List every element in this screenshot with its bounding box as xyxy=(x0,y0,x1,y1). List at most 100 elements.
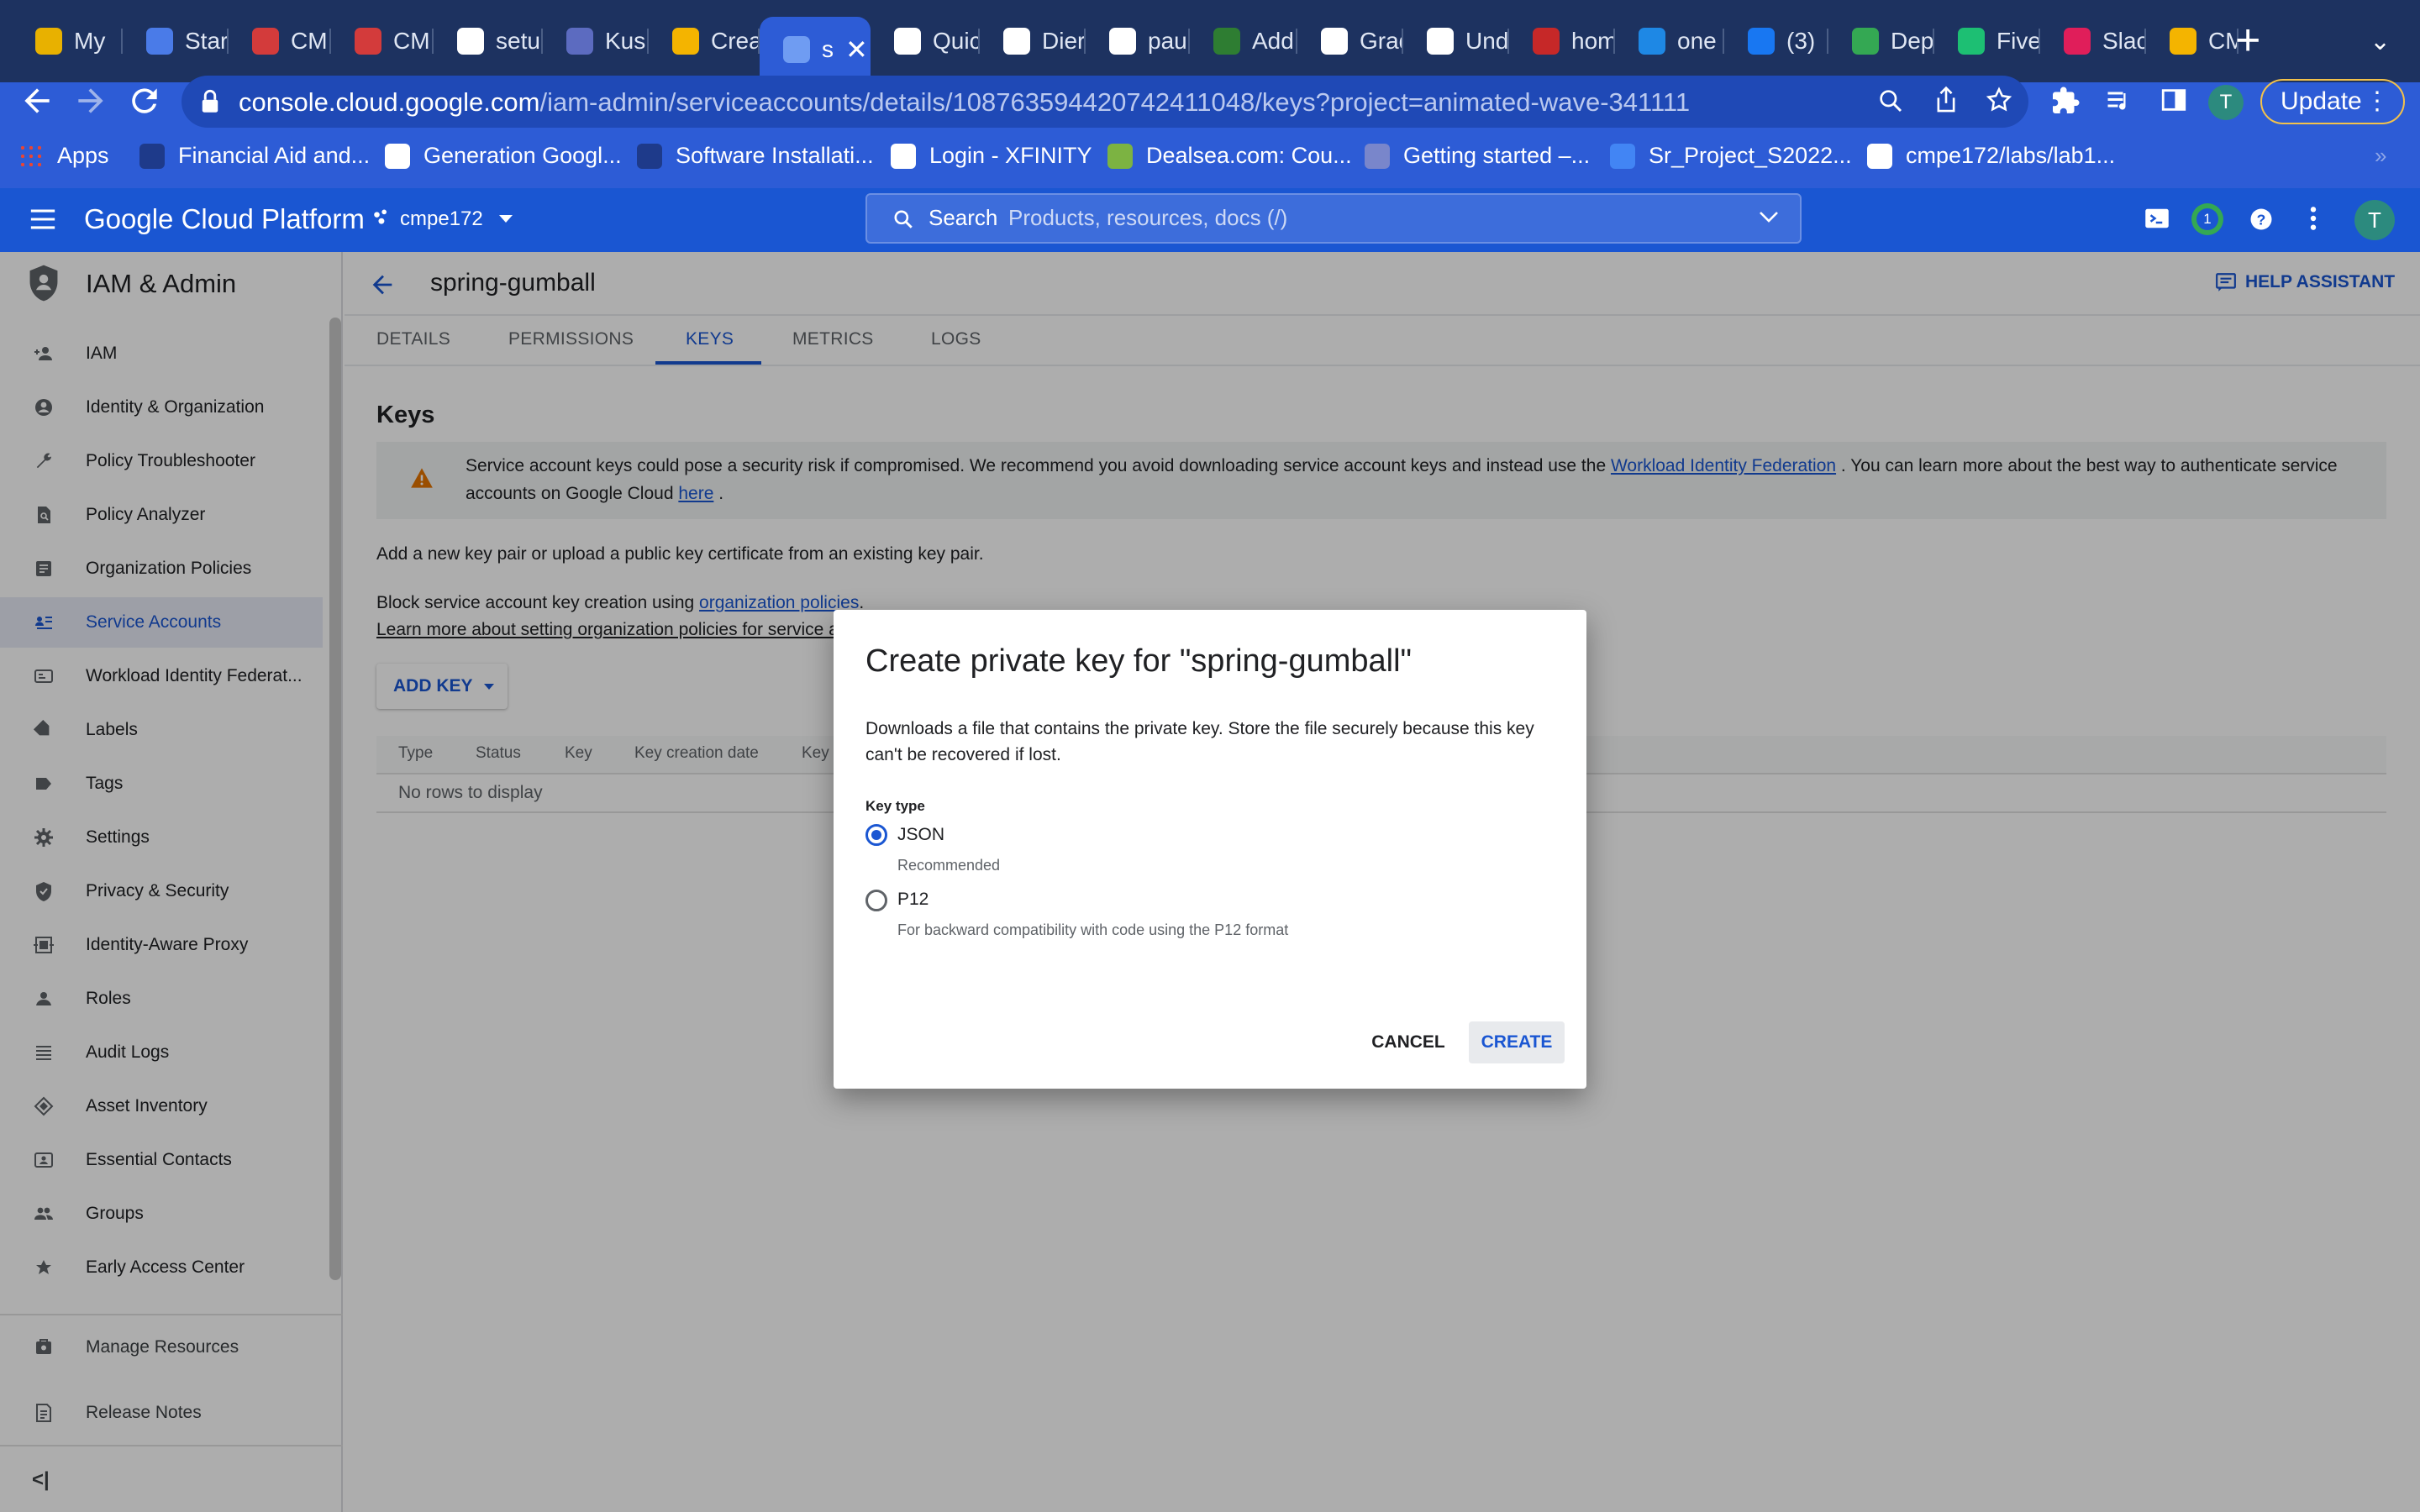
project-dots-icon xyxy=(374,209,387,224)
tab-favicon-icon xyxy=(1213,28,1240,55)
tab-favicon-icon xyxy=(252,28,279,55)
create-button[interactable]: CREATE xyxy=(1469,1021,1565,1063)
tab-search-chevron-icon[interactable]: ⌄ xyxy=(2370,27,2391,56)
reload-icon[interactable] xyxy=(126,82,163,119)
bookmark-label: Sr_Project_S2022... xyxy=(1649,143,1852,168)
hamburger-menu-icon[interactable] xyxy=(29,207,57,232)
browser-tab[interactable]: Grad xyxy=(1297,17,1403,66)
browser-tab[interactable]: one xyxy=(1615,17,1724,66)
help-icon[interactable]: ? xyxy=(2249,207,2274,232)
tab-close-icon[interactable]: ✕ xyxy=(845,34,868,66)
bookmark-label: Apps xyxy=(57,143,109,168)
browser-tab[interactable]: Quic xyxy=(871,17,980,66)
browser-tab[interactable]: Kus xyxy=(543,17,649,66)
bookmark-favicon-icon xyxy=(385,143,410,169)
bookmark-item[interactable]: Dealsea.com: Cou... xyxy=(1107,143,1352,169)
new-tab-button[interactable]: + xyxy=(2235,18,2260,62)
account-avatar[interactable]: T xyxy=(2354,200,2395,240)
tab-favicon-icon xyxy=(1852,28,1879,55)
tab-favicon-icon xyxy=(1003,28,1030,55)
tab-favicon-icon xyxy=(672,28,699,55)
browser-tab[interactable]: Slac xyxy=(2040,17,2146,66)
browser-tab[interactable]: setu xyxy=(434,17,543,66)
browser-tab[interactable]: s ✕ xyxy=(760,17,871,82)
bookmark-item[interactable]: Software Installati... xyxy=(637,143,874,169)
bookmark-item[interactable]: cmpe172/labs/lab1... xyxy=(1867,143,2115,169)
browser-tab[interactable]: Und xyxy=(1403,17,1509,66)
gcp-logo-title[interactable]: Google Cloud Platform xyxy=(84,203,365,235)
update-button[interactable]: Update ⋮ xyxy=(2260,79,2405,124)
browser-tab[interactable]: (3) xyxy=(1724,17,1828,66)
browser-tab[interactable]: My xyxy=(12,17,123,66)
browser-tab[interactable]: pau xyxy=(1086,17,1190,66)
back-icon[interactable] xyxy=(18,82,55,119)
forward-icon[interactable] xyxy=(72,82,109,119)
bookmark-label: Software Installati... xyxy=(676,143,874,168)
tab-label: Add xyxy=(1252,28,1294,54)
json-option-label[interactable]: JSON xyxy=(897,825,944,845)
tab-favicon-icon xyxy=(1958,28,1985,55)
tab-label: Star xyxy=(185,28,229,54)
more-vert-icon[interactable] xyxy=(2307,205,2319,232)
bookmark-favicon-icon xyxy=(891,143,916,169)
cancel-button[interactable]: CANCEL xyxy=(1361,1021,1455,1063)
browser-tab[interactable]: CMI xyxy=(331,17,434,66)
browser-tab[interactable]: Dier xyxy=(980,17,1086,66)
extensions-puzzle-icon[interactable] xyxy=(2050,86,2081,116)
bookmark-label: Login - XFINITY xyxy=(929,143,1092,168)
browser-tab[interactable]: Five xyxy=(1934,17,2040,66)
browser-tab[interactable]: Add xyxy=(1190,17,1297,66)
bookmark-item[interactable]: Financial Aid and... xyxy=(139,143,370,169)
bookmark-star-icon[interactable] xyxy=(1985,86,2013,114)
lock-icon[interactable] xyxy=(200,89,220,114)
media-queue-icon[interactable] xyxy=(2104,86,2134,116)
side-panel-icon[interactable] xyxy=(2160,86,2188,114)
share-icon[interactable] xyxy=(1933,86,1960,114)
json-radio[interactable] xyxy=(865,824,887,846)
browser-profile-avatar[interactable]: T xyxy=(2208,85,2244,120)
tab-label: Slac xyxy=(2102,28,2146,54)
p12-option-hint: For backward compatibility with code usi… xyxy=(897,921,1289,938)
browser-tab[interactable]: CMI xyxy=(2146,17,2238,66)
p12-radio[interactable] xyxy=(865,890,887,911)
url-text[interactable]: console.cloud.google.com/iam-admin/servi… xyxy=(239,87,1690,118)
project-selector[interactable]: cmpe172 xyxy=(371,207,513,231)
bookmark-item[interactable]: Generation Googl... xyxy=(385,143,622,169)
p12-option-label[interactable]: P12 xyxy=(897,890,929,910)
tab-label: s xyxy=(822,36,834,62)
browser-tab[interactable]: Dep xyxy=(1828,17,1934,66)
tab-label: Five xyxy=(1996,28,2040,54)
notification-count: 1 xyxy=(2196,208,2218,230)
tab-favicon-icon xyxy=(1748,28,1775,55)
browser-tab[interactable]: hom xyxy=(1509,17,1615,66)
tab-label: Und xyxy=(1465,28,1509,54)
browser-tab[interactable]: Crea xyxy=(649,17,760,66)
tab-label: My xyxy=(74,28,106,54)
bookmark-item[interactable]: Login - XFINITY xyxy=(891,143,1092,169)
bookmark-item[interactable]: Sr_Project_S2022... xyxy=(1610,143,1852,169)
notifications-badge[interactable]: 1 xyxy=(2191,203,2223,235)
tab-favicon-icon xyxy=(1533,28,1560,55)
cloud-shell-icon[interactable] xyxy=(2144,207,2170,230)
svg-text:?: ? xyxy=(2257,211,2266,228)
search-icon xyxy=(892,208,914,230)
tab-label: pau xyxy=(1148,28,1187,54)
search-input[interactable] xyxy=(865,193,1802,244)
tab-label: CMI xyxy=(2208,28,2238,54)
bookmarks-overflow-icon[interactable]: » xyxy=(2375,143,2386,169)
bookmark-label: cmpe172/labs/lab1... xyxy=(1906,143,2116,168)
search-expand-chevron-icon[interactable] xyxy=(1758,210,1780,225)
browser-tab[interactable]: Star xyxy=(123,17,229,66)
tab-label: CMI xyxy=(291,28,331,54)
search-placeholder: Products, resources, docs (/) xyxy=(1008,205,1288,230)
tab-favicon-icon xyxy=(1427,28,1454,55)
bookmark-label: Generation Googl... xyxy=(424,143,622,168)
json-option-hint: Recommended xyxy=(897,857,1001,874)
tab-label: Dep xyxy=(1891,28,1934,54)
key-type-label: Key type xyxy=(865,798,925,814)
zoom-icon[interactable] xyxy=(1877,87,1904,114)
tab-favicon-icon xyxy=(35,28,62,55)
browser-tab[interactable]: CMI xyxy=(229,17,331,66)
bookmark-item[interactable]: Getting started –... xyxy=(1365,143,1590,169)
bookmark-item[interactable]: Apps xyxy=(18,143,109,169)
